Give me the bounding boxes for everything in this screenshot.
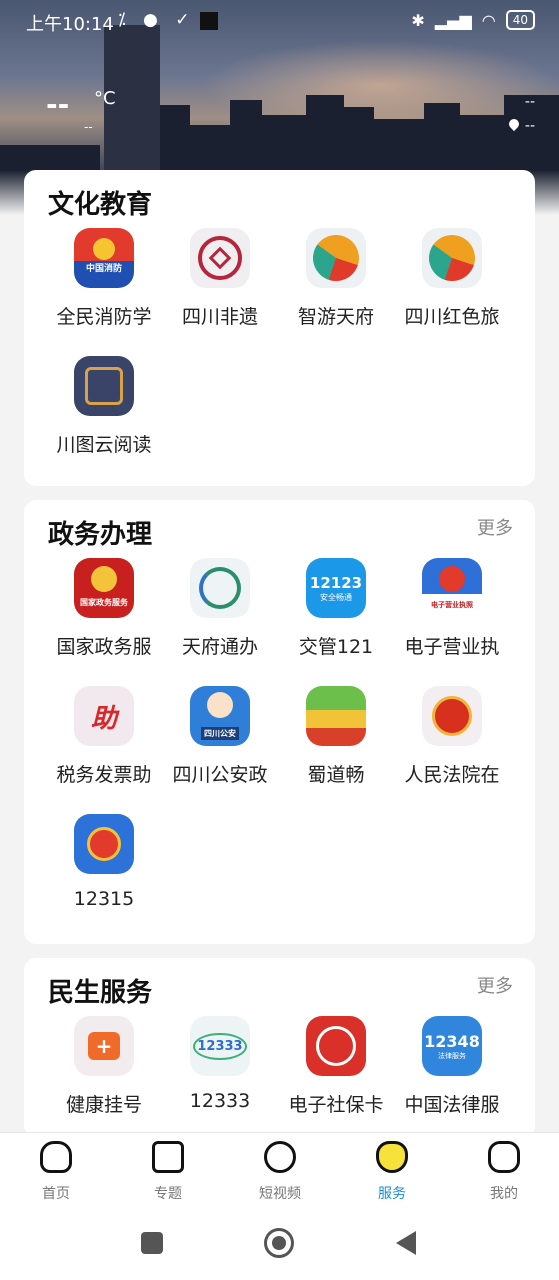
app-sichuan-red-tour[interactable]: 四川红色旅 <box>394 228 510 329</box>
heritage-icon <box>190 228 250 288</box>
fire-safety-icon: 中国消防 <box>74 228 134 288</box>
profile-icon <box>488 1141 520 1173</box>
bookmark-icon <box>152 1141 184 1173</box>
app-social-security-card[interactable]: 电子社保卡 <box>278 1016 394 1117</box>
back-button[interactable] <box>396 1231 416 1255</box>
tianfu-tongban-icon <box>190 558 250 618</box>
location-city: -- <box>524 118 535 134</box>
weather-condition: -- <box>84 120 93 134</box>
location-text[interactable]: -- <box>525 94 535 110</box>
app-tax-invoice[interactable]: 助 税务发票助 <box>46 686 162 787</box>
nav-home[interactable]: 首页 <box>16 1141 96 1203</box>
app-12333[interactable]: 12333 12333 <box>162 1016 278 1112</box>
section-government: 政务办理 更多 国家政务服务 国家政务服 天府通办 12123 安全畅通 交管1… <box>24 500 535 944</box>
status-time: 上午10:14 <box>26 14 114 35</box>
app-health-registration[interactable]: + 健康挂号 <box>46 1016 162 1117</box>
app-smart-tianfu[interactable]: 智游天府 <box>278 228 394 329</box>
notification-square-icon <box>200 12 218 30</box>
red-tour-icon <box>422 228 482 288</box>
notification-icons: ⁒ ● ✓ <box>118 10 196 30</box>
nav-short-video[interactable]: 短视频 <box>240 1141 320 1203</box>
app-business-license[interactable]: 电子营业执照 电子营业执 <box>394 558 510 659</box>
signal-icon: ▂▄▆ <box>434 10 472 30</box>
weather-temperature: -- <box>46 88 70 121</box>
section-title: 文化教育 <box>48 190 153 220</box>
home-icon <box>40 1141 72 1173</box>
nav-topics[interactable]: 专题 <box>128 1141 208 1203</box>
section-culture: 文化教育 中国消防 全民消防学 四川非遗 智游天府 四川红色旅 川图云阅读 <box>24 170 535 486</box>
home-button[interactable] <box>264 1228 294 1258</box>
app-national-gov[interactable]: 国家政务服务 国家政务服 <box>46 558 162 659</box>
traffic-icon: 12123 安全畅通 <box>306 558 366 618</box>
app-sichuan-heritage[interactable]: 四川非遗 <box>162 228 278 329</box>
heart-icon <box>376 1141 408 1173</box>
tax-icon: 助 <box>74 686 134 746</box>
app-fire-safety[interactable]: 中国消防 全民消防学 <box>46 228 162 329</box>
recent-apps-button[interactable] <box>141 1232 163 1254</box>
app-china-legal[interactable]: 12348 法律服务 中国法律服 <box>394 1016 510 1117</box>
app-tianfu-tongban[interactable]: 天府通办 <box>162 558 278 659</box>
section-title: 政务办理 <box>48 520 153 550</box>
app-traffic-12123[interactable]: 12123 安全畅通 交管121 <box>278 558 394 659</box>
battery-icon: 40 <box>505 10 535 30</box>
system-navigation-bar <box>0 1210 559 1280</box>
app-library-reading[interactable]: 川图云阅读 <box>46 356 162 457</box>
section-title: 民生服务 <box>48 978 153 1008</box>
status-bar: 上午10:14 ⁒ ● ✓ ✱ ▂▄▆ ◠ 40 <box>0 0 559 42</box>
national-emblem-icon: 国家政务服务 <box>74 558 134 618</box>
bottom-navigation: 首页 专题 短视频 服务 我的 <box>0 1132 559 1210</box>
weather-unit: °C <box>94 88 116 109</box>
police-icon: 四川公安 <box>190 686 250 746</box>
video-icon <box>264 1141 296 1173</box>
legal-icon: 12348 法律服务 <box>422 1016 482 1076</box>
nav-mine[interactable]: 我的 <box>464 1141 544 1203</box>
app-shudao[interactable]: 蜀道畅 <box>278 686 394 787</box>
more-link[interactable]: 更多 <box>477 972 513 998</box>
smart-tianfu-icon <box>306 228 366 288</box>
app-sichuan-police[interactable]: 四川公安 四川公安政 <box>162 686 278 787</box>
library-icon <box>74 356 134 416</box>
health-icon: + <box>74 1016 134 1076</box>
business-license-icon: 电子营业执照 <box>422 558 482 618</box>
wifi-icon: ◠ <box>481 10 496 30</box>
shudao-icon <box>306 686 366 746</box>
app-12315[interactable]: 12315 <box>46 814 162 910</box>
bluetooth-icon: ✱ <box>411 10 425 30</box>
hr-ss-icon: 12333 <box>190 1016 250 1076</box>
social-security-icon <box>306 1016 366 1076</box>
court-icon <box>422 686 482 746</box>
location-pin-icon <box>509 119 519 133</box>
section-livelihood: 民生服务 更多 + 健康挂号 12333 12333 电子社保卡 12348 法… <box>24 958 535 1138</box>
consumer-icon <box>74 814 134 874</box>
nav-services[interactable]: 服务 <box>352 1141 432 1203</box>
app-peoples-court[interactable]: 人民法院在 <box>394 686 510 787</box>
location-button[interactable]: -- <box>509 118 535 134</box>
more-link[interactable]: 更多 <box>477 514 513 540</box>
